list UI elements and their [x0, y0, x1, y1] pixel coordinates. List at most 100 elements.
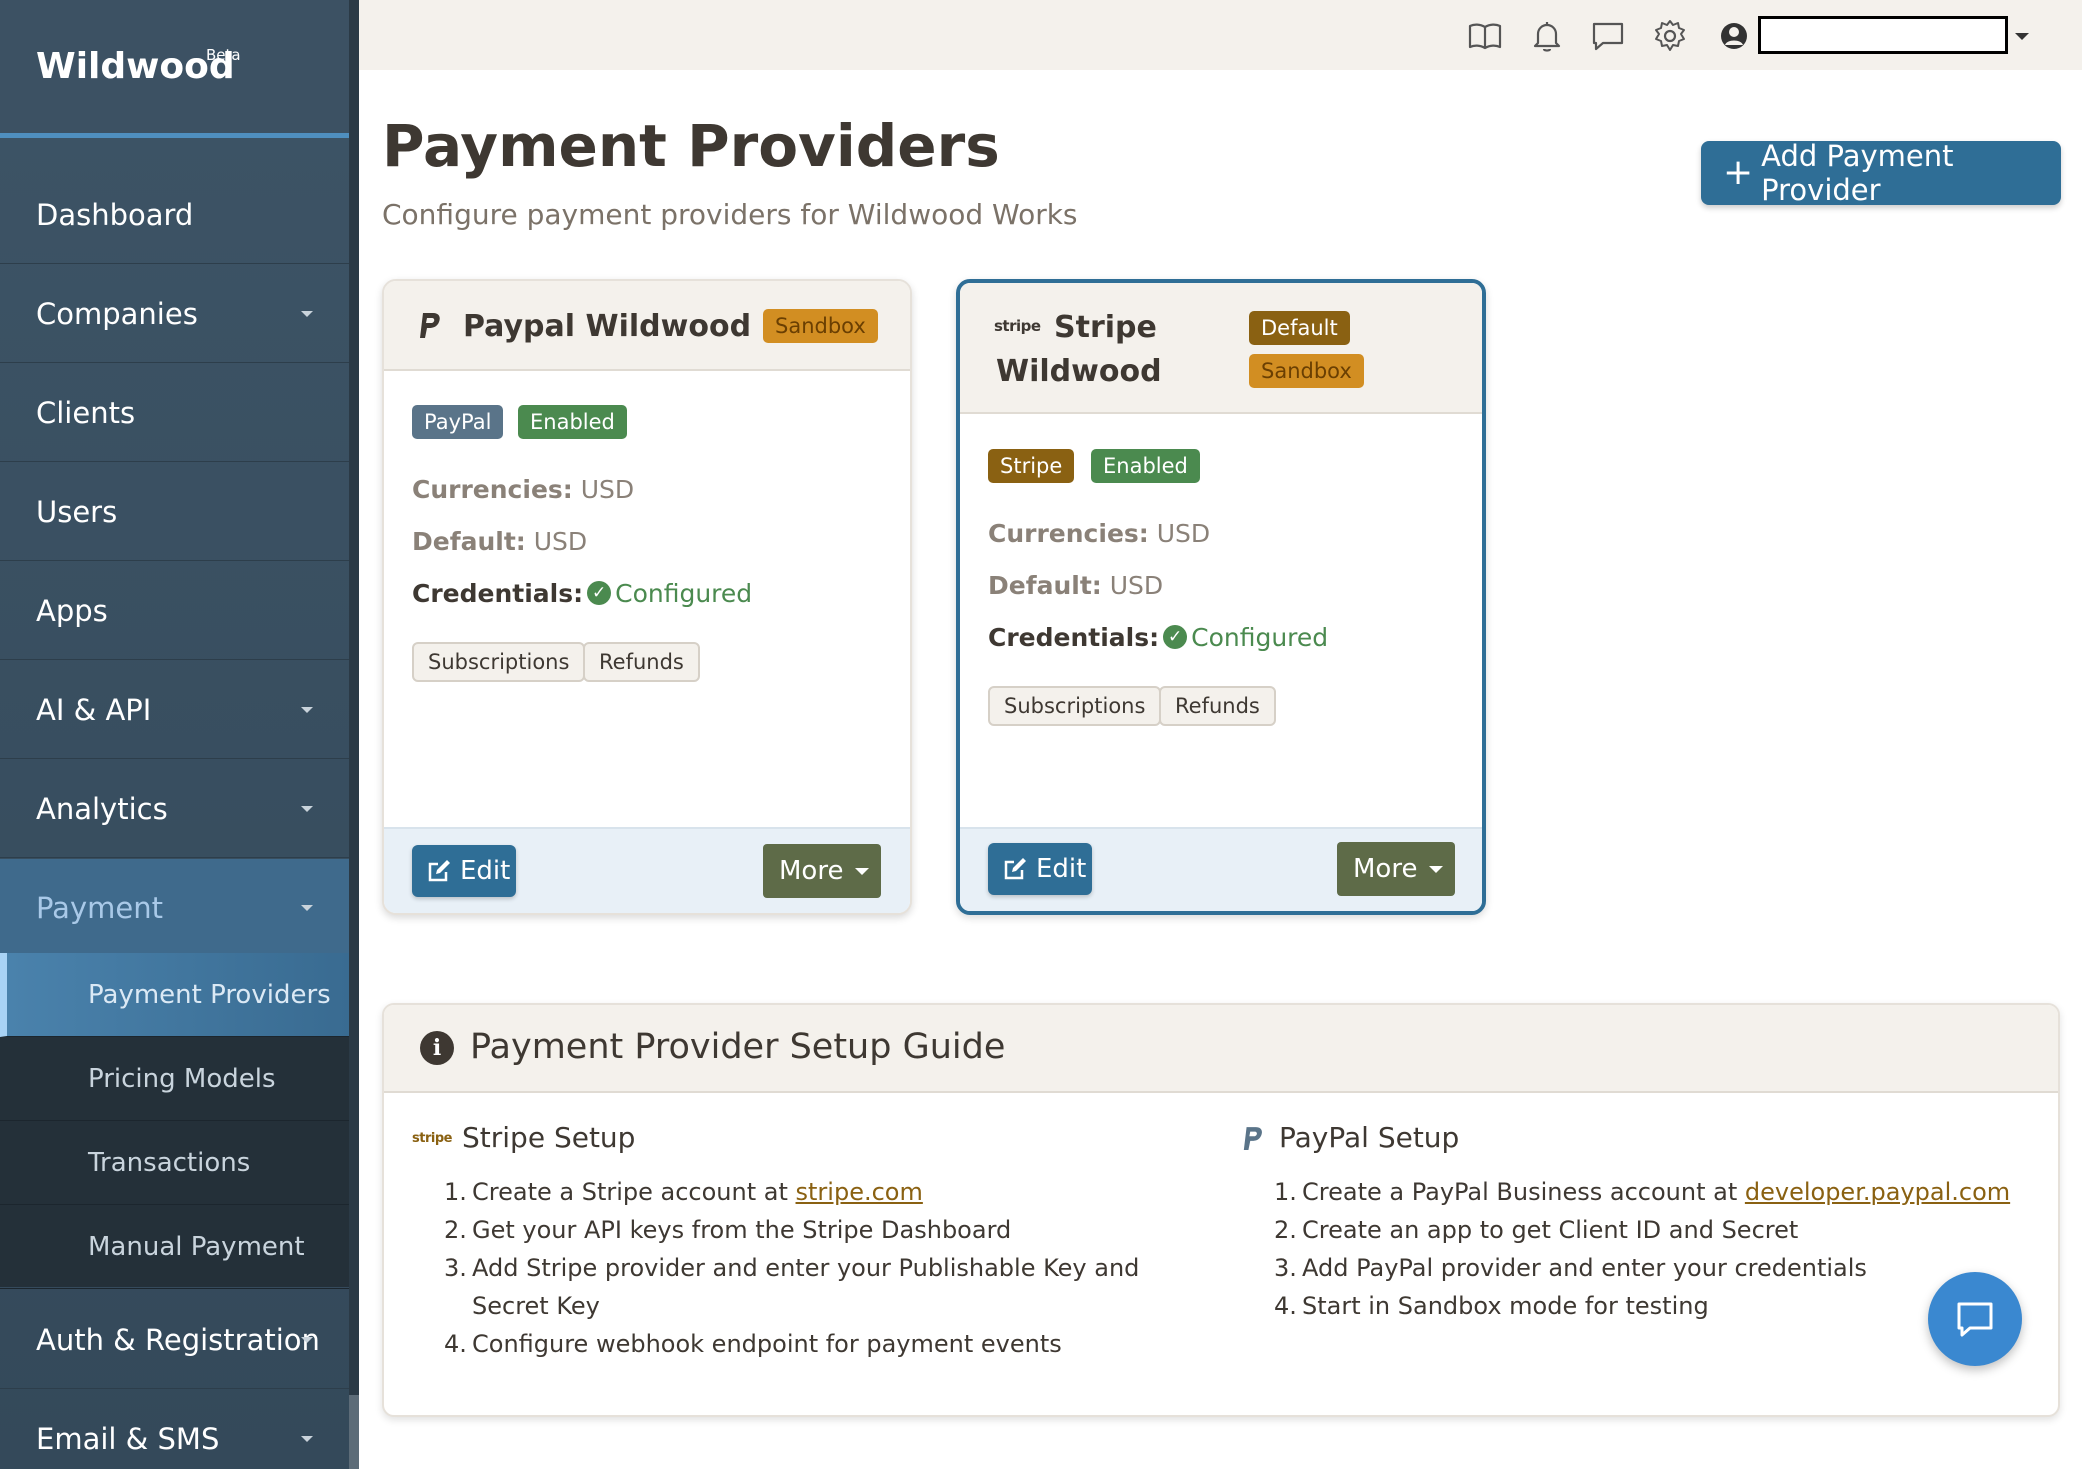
chat-icon[interactable]	[1590, 18, 1626, 54]
sidebar: Wildwood Beta Dashboard Companies Client…	[0, 0, 359, 1469]
more-button[interactable]: More	[763, 844, 881, 898]
plus-icon: +	[1723, 152, 1754, 193]
step-number: 4.	[1274, 1292, 1297, 1320]
more-label: More	[779, 856, 844, 886]
more-button[interactable]: More	[1337, 842, 1455, 896]
default-value: USD	[533, 527, 588, 556]
type-badge: Stripe	[988, 449, 1075, 483]
stripe-setup-steps: 1. Create a Stripe account at stripe.com …	[444, 1173, 1184, 1363]
step-number: 2.	[1274, 1216, 1297, 1244]
add-button-label: Add Payment Provider	[1761, 139, 1954, 207]
info-icon: i	[420, 1031, 454, 1065]
sidebar-item-label: Apps	[36, 593, 108, 628]
card-footer: Edit More	[960, 827, 1482, 911]
stripe-logo-icon: stripe	[994, 317, 1041, 335]
stripe-link[interactable]: stripe.com	[796, 1178, 923, 1206]
user-name-field[interactable]	[1758, 16, 2008, 54]
book-icon[interactable]	[1467, 18, 1503, 54]
sidebar-item-companies[interactable]: Companies	[0, 265, 349, 363]
credentials-label: Credentials:	[988, 623, 1160, 652]
sidebar-item-auth-registration[interactable]: Auth & Registration	[0, 1291, 349, 1389]
provider-name: Paypal Wildwood	[463, 309, 752, 344]
user-menu-caret-icon[interactable]	[2015, 33, 2029, 40]
page-subtitle: Configure payment providers for Wildwood…	[382, 198, 1078, 231]
sidebar-item-apps[interactable]: Apps	[0, 562, 349, 660]
sidebar-item-ai-api[interactable]: AI & API	[0, 661, 349, 759]
sidebar-item-payment[interactable]: Payment	[0, 859, 349, 957]
sidebar-subitem-label: Transactions	[88, 1147, 251, 1178]
caret-down-icon	[301, 1337, 313, 1343]
default-value: USD	[1109, 571, 1164, 600]
card-header: Paypal Wildwood Sandbox	[384, 281, 910, 371]
guide-header: i Payment Provider Setup Guide	[384, 1005, 2058, 1093]
provider-name-line2: Wildwood	[996, 354, 1162, 389]
credentials-label: Credentials:	[412, 579, 584, 608]
step-text: Create an app to get Client ID and Secre…	[1302, 1216, 1799, 1244]
step-text: Start in Sandbox mode for testing	[1302, 1292, 1709, 1320]
default-label: Default:	[988, 571, 1102, 600]
more-label: More	[1353, 854, 1418, 884]
sidebar-item-label: Auth & Registration	[36, 1322, 320, 1357]
sidebar-item-email-sms[interactable]: Email & SMS	[0, 1390, 349, 1469]
list-item: 1. Create a PayPal Business account at de…	[1274, 1173, 2014, 1211]
status-badge: Enabled	[518, 405, 627, 439]
paypal-developer-link[interactable]: developer.paypal.com	[1745, 1178, 2010, 1206]
stripe-logo-icon: stripe	[412, 1131, 452, 1146]
list-item: 4. Configure webhook endpoint for payment…	[444, 1325, 1184, 1363]
default-field: Default: USD	[412, 527, 587, 556]
step-text: Get your API keys from the Stripe Dashbo…	[472, 1216, 1012, 1244]
step-text: Add Stripe provider and enter your Publi…	[472, 1254, 1140, 1320]
scrollbar-thumb[interactable]	[349, 0, 359, 1395]
default-badge: Default	[1249, 311, 1350, 345]
brand[interactable]: Wildwood Beta	[0, 0, 349, 138]
currencies-field: Currencies: USD	[988, 519, 1210, 548]
caret-down-icon	[1429, 865, 1444, 873]
sidebar-item-clients[interactable]: Clients	[0, 364, 349, 462]
check-circle-icon: ✓	[1163, 625, 1188, 649]
caret-down-icon	[855, 867, 870, 875]
step-number: 4.	[444, 1330, 467, 1358]
step-text: Create a Stripe account at	[472, 1178, 796, 1206]
chat-support-button[interactable]	[1928, 1272, 2022, 1366]
paypal-setup-steps: 1. Create a PayPal Business account at de…	[1274, 1173, 2014, 1325]
sidebar-item-label: Email & SMS	[36, 1421, 220, 1456]
user-icon[interactable]	[1716, 18, 1752, 54]
step-number: 1.	[444, 1178, 467, 1206]
caret-down-icon	[301, 311, 313, 317]
sidebar-subitem-pricing-models[interactable]: Pricing Models	[0, 1037, 349, 1121]
currencies-field: Currencies: USD	[412, 475, 634, 504]
sidebar-subitem-manual-payment[interactable]: Manual Payment	[0, 1205, 349, 1289]
status-badge: Enabled	[1091, 449, 1200, 483]
feature-tag: Refunds	[583, 642, 700, 682]
payment-submenu: Payment Providers Pricing Models Transac…	[0, 953, 349, 1289]
beta-badge: Beta	[206, 46, 241, 64]
sandbox-badge: Sandbox	[1249, 354, 1364, 388]
sidebar-item-analytics[interactable]: Analytics	[0, 760, 349, 858]
paypal-icon	[418, 311, 442, 345]
sidebar-scrollbar[interactable]	[349, 0, 359, 1469]
provider-name-line1: Stripe	[1054, 310, 1157, 345]
currencies-label: Currencies:	[988, 519, 1149, 548]
caret-down-icon	[301, 707, 313, 713]
step-text: Add PayPal provider and enter your crede…	[1302, 1254, 1867, 1282]
caret-down-icon	[301, 905, 313, 911]
sidebar-subitem-transactions[interactable]: Transactions	[0, 1121, 349, 1205]
credentials-value: Configured	[1191, 623, 1329, 652]
sidebar-item-label: Analytics	[36, 791, 168, 826]
bell-icon[interactable]	[1529, 18, 1565, 54]
default-field: Default: USD	[988, 571, 1163, 600]
edit-button[interactable]: Edit	[988, 843, 1092, 895]
sidebar-subitem-payment-providers[interactable]: Payment Providers	[0, 953, 349, 1037]
list-item: 2. Get your API keys from the Stripe Dash…	[444, 1211, 1184, 1249]
gear-icon[interactable]	[1652, 18, 1688, 54]
app-name: Wildwood	[36, 46, 235, 87]
add-payment-provider-button[interactable]: + Add Payment Provider	[1701, 139, 2061, 207]
sidebar-item-users[interactable]: Users	[0, 463, 349, 561]
credentials-field: Credentials: ✓ Configured	[988, 623, 1328, 653]
page-title: Payment Providers	[382, 112, 1000, 180]
caret-down-icon	[301, 806, 313, 812]
credentials-field: Credentials: ✓ Configured	[412, 579, 752, 609]
sidebar-item-dashboard[interactable]: Dashboard	[0, 166, 349, 264]
credentials-value: Configured	[615, 579, 753, 608]
edit-button[interactable]: Edit	[412, 845, 516, 897]
